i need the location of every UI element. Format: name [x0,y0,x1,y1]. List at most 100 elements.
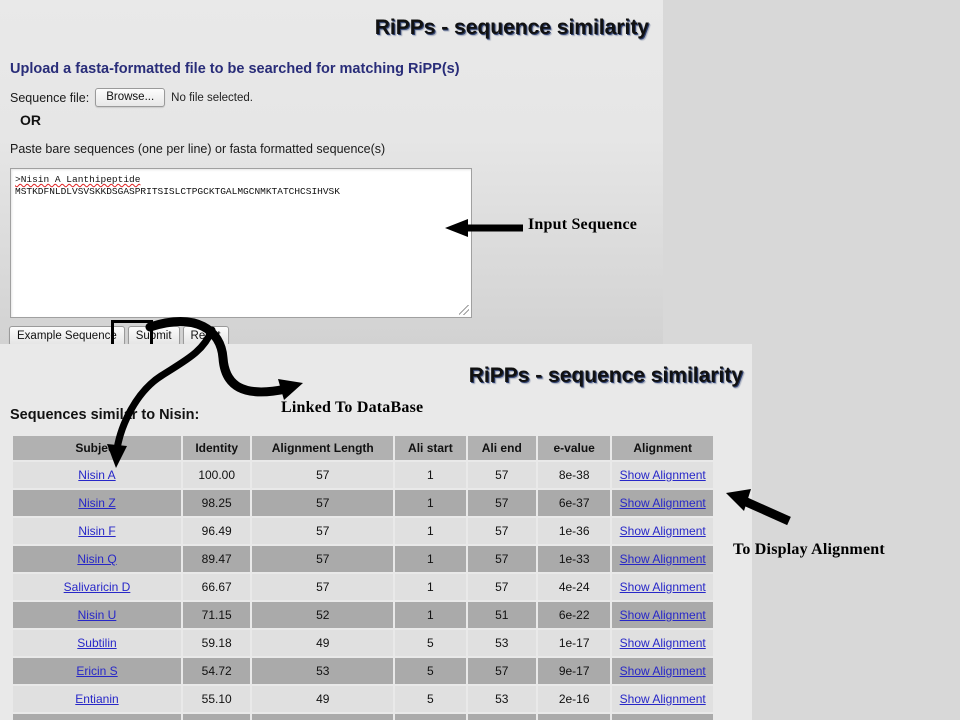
cell-alignment[interactable]: Show Alignment [612,630,713,656]
cell-subject-link[interactable]: Nisin A [78,468,115,482]
cell-subject-link[interactable]: Salivaricin D [64,580,131,594]
cell-clipped [252,714,393,720]
example-sequence-button[interactable]: Example Sequence [9,326,125,344]
submit-button[interactable]: Submit [128,326,180,344]
cell-ali-start: 5 [395,686,465,712]
cell-evalue: 8e-38 [538,462,610,488]
table-row: Entianin55.10495532e-16Show Alignment [13,686,713,712]
results-table-body: Nisin A100.00571578e-38Show AlignmentNis… [13,462,713,720]
cell-alignment-length: 57 [252,462,393,488]
cell-alignment[interactable]: Show Alignment [612,602,713,628]
cell-subject-link[interactable]: Nisin Q [77,552,116,566]
cell-subject[interactable]: Salivaricin D [13,574,181,600]
column-header-subject: Subject [13,436,181,460]
form-button-row: Example Sequence Submit Reset [9,326,229,344]
cell-alignment-length: 49 [252,686,393,712]
table-row: Nisin U71.15521516e-22Show Alignment [13,602,713,628]
cell-subject[interactable]: Nisin Q [13,546,181,572]
cell-alignment-link[interactable]: Show Alignment [620,580,706,594]
cell-identity: 89.47 [183,546,250,572]
cell-alignment-length: 57 [252,574,393,600]
cell-ali-start: 1 [395,574,465,600]
browse-button[interactable]: Browse... [95,88,165,107]
page-title: RiPPs - sequence similarity [375,16,649,40]
cell-identity: 59.18 [183,630,250,656]
table-row: Ericin S54.72535579e-17Show Alignment [13,658,713,684]
cell-clipped [183,714,250,720]
cell-identity: 96.49 [183,518,250,544]
cell-alignment[interactable]: Show Alignment [612,518,713,544]
cell-identity: 55.10 [183,686,250,712]
cell-subject[interactable]: Nisin F [13,518,181,544]
cell-alignment[interactable]: Show Alignment [612,490,713,516]
cell-ali-start: 5 [395,630,465,656]
cell-subject-link[interactable]: Entianin [75,692,118,706]
upload-section-heading: Upload a fasta-formatted file to be sear… [10,61,460,77]
cell-alignment-link[interactable]: Show Alignment [620,552,706,566]
cell-alignment-length: 57 [252,518,393,544]
cell-subject[interactable]: Ericin S [13,658,181,684]
similarity-results-table: Subject Identity Alignment Length Ali st… [11,434,715,720]
cell-alignment-link[interactable]: Show Alignment [620,524,706,538]
textarea-resize-handle[interactable] [459,305,469,315]
cell-subject[interactable]: Nisin A [13,462,181,488]
cell-ali-start: 1 [395,490,465,516]
cell-alignment[interactable]: Show Alignment [612,546,713,572]
cell-identity: 98.25 [183,490,250,516]
fasta-header-line: >Nisin A Lanthipeptide [15,174,140,185]
table-row: Nisin Z98.25571576e-37Show Alignment [13,490,713,516]
cell-subject[interactable]: Entianin [13,686,181,712]
cell-alignment-link[interactable]: Show Alignment [620,664,706,678]
cell-alignment-length: 53 [252,658,393,684]
sequence-textarea[interactable]: >Nisin A LanthipeptideMSTKDFNLDLVSVSKKDS… [10,168,472,318]
cell-alignment-length: 57 [252,490,393,516]
cell-alignment-link[interactable]: Show Alignment [620,608,706,622]
cell-alignment-length: 49 [252,630,393,656]
column-header-evalue: e-value [538,436,610,460]
cell-subject-link[interactable]: Subtilin [77,636,116,650]
column-header-alignment-length: Alignment Length [252,436,393,460]
cell-alignment[interactable]: Show Alignment [612,462,713,488]
annotation-to-display-alignment: To Display Alignment [733,541,885,559]
cell-subject-link[interactable]: Nisin Z [78,496,115,510]
cell-subject[interactable]: Subtilin [13,630,181,656]
cell-alignment-length: 57 [252,546,393,572]
sequence-file-row: Sequence file: Browse... No file selecte… [10,88,253,107]
sequence-file-label: Sequence file: [10,91,89,105]
cell-alignment-link[interactable]: Show Alignment [620,636,706,650]
cell-identity: 66.67 [183,574,250,600]
cell-ali-end: 57 [468,574,536,600]
table-row: Salivaricin D66.67571574e-24Show Alignme… [13,574,713,600]
results-page-title: RiPPs - sequence similarity [469,364,743,388]
cell-subject-link[interactable]: Ericin S [76,664,117,678]
cell-evalue: 1e-17 [538,630,610,656]
cell-ali-end: 57 [468,462,536,488]
or-separator-label: OR [20,112,41,128]
cell-subject-link[interactable]: Nisin F [78,524,115,538]
cell-evalue: 6e-22 [538,602,610,628]
cell-alignment[interactable]: Show Alignment [612,686,713,712]
cell-evalue: 1e-36 [538,518,610,544]
table-row [13,714,713,720]
cell-ali-start: 1 [395,462,465,488]
cell-alignment-link[interactable]: Show Alignment [620,468,706,482]
cell-evalue: 6e-37 [538,490,610,516]
cell-evalue: 2e-16 [538,686,610,712]
cell-ali-end: 51 [468,602,536,628]
cell-alignment-link[interactable]: Show Alignment [620,692,706,706]
cell-alignment[interactable]: Show Alignment [612,574,713,600]
cell-clipped [468,714,536,720]
cell-subject[interactable]: Nisin Z [13,490,181,516]
cell-clipped [395,714,465,720]
results-heading: Sequences similar to Nisin: [10,407,199,423]
table-header-row: Subject Identity Alignment Length Ali st… [13,436,713,460]
cell-subject-link[interactable]: Nisin U [78,608,117,622]
cell-clipped [538,714,610,720]
cell-subject[interactable]: Nisin U [13,602,181,628]
cell-alignment-link[interactable]: Show Alignment [620,496,706,510]
cell-alignment[interactable]: Show Alignment [612,658,713,684]
column-header-alignment: Alignment [612,436,713,460]
cell-ali-start: 1 [395,546,465,572]
reset-button[interactable]: Reset [183,326,229,344]
cell-clipped [612,714,713,720]
